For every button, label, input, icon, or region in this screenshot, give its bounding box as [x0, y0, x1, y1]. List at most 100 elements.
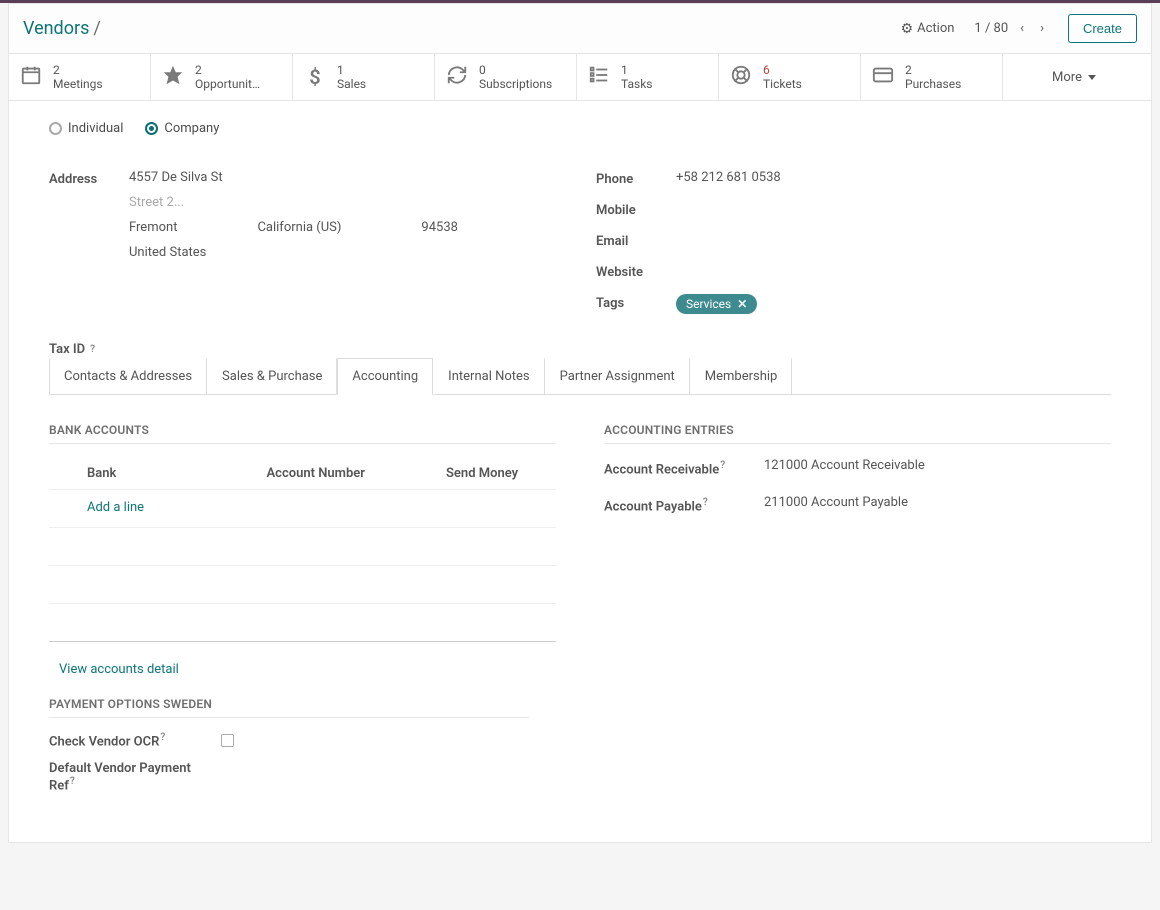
- contact-info: Address 4557 De Silva St Street 2... Fre…: [9, 144, 1151, 338]
- stat-purchases[interactable]: 2 Purchases: [861, 54, 1003, 100]
- radio-individual[interactable]: Individual: [49, 121, 123, 136]
- tab-membership[interactable]: Membership: [690, 358, 793, 395]
- tags-input[interactable]: Services ✕: [676, 294, 1111, 314]
- stat-meetings[interactable]: 2 Meetings: [9, 54, 151, 100]
- section-title: PAYMENT OPTIONS SWEDEN: [49, 697, 529, 718]
- section-title: ACCOUNTING ENTRIES: [604, 423, 1111, 444]
- default-vendor-payment-ref-field: Default Vendor Payment Ref?: [49, 761, 529, 793]
- create-button[interactable]: Create: [1068, 14, 1137, 43]
- city-input[interactable]: Fremont: [129, 220, 177, 235]
- phone-input[interactable]: +58 212 681 0538: [676, 170, 1111, 185]
- lifebuoy-icon: [729, 64, 753, 90]
- tab-sales-purchase[interactable]: Sales & Purchase: [207, 358, 337, 395]
- account-receivable-field: Account Receivable? 121000 Account Recei…: [604, 458, 1111, 477]
- stat-subscriptions[interactable]: 0 Subscriptions: [435, 54, 577, 100]
- stat-opportunities[interactable]: 2 Opportunit…: [151, 54, 293, 100]
- email-label: Email: [596, 232, 676, 249]
- taxid-field: Tax ID ?: [9, 338, 580, 357]
- chevron-down-icon: [1088, 75, 1096, 80]
- radio-company[interactable]: Company: [145, 121, 219, 136]
- pager-next-icon[interactable]: ›: [1036, 19, 1048, 38]
- address-label: Address: [49, 170, 129, 187]
- col-bank: Bank: [87, 466, 267, 481]
- form-body: Individual Company Address 4557 De Silva…: [9, 101, 1151, 842]
- taxid-label: Tax ID: [49, 342, 85, 357]
- phone-label: Phone: [596, 170, 676, 187]
- tags-field: Tags Services ✕: [596, 294, 1111, 314]
- tab-partner-assignment[interactable]: Partner Assignment: [545, 358, 690, 395]
- radio-label: Individual: [68, 121, 123, 136]
- company-type-radio: Individual Company: [9, 113, 1151, 144]
- bank-table-row: [49, 528, 556, 566]
- street2-input[interactable]: Street 2...: [129, 195, 564, 210]
- help-icon[interactable]: ?: [720, 460, 725, 471]
- stat-more[interactable]: More: [1003, 54, 1145, 100]
- stat-count: 2: [53, 63, 103, 77]
- field-label: Check Vendor OCR?: [49, 732, 209, 749]
- field-label: Default Vendor Payment Ref?: [49, 761, 209, 793]
- credit-card-icon: [871, 64, 895, 90]
- stat-count: 1: [337, 63, 366, 77]
- mobile-label: Mobile: [596, 201, 676, 218]
- country-input[interactable]: United States: [129, 245, 564, 260]
- check-vendor-ocr-field: Check Vendor OCR?: [49, 732, 529, 749]
- stat-count: 6: [763, 63, 802, 77]
- phone-field: Phone +58 212 681 0538: [596, 170, 1111, 187]
- bank-table-row: [49, 604, 556, 642]
- help-icon[interactable]: ?: [70, 776, 75, 787]
- state-input[interactable]: California (US): [257, 220, 341, 235]
- bank-table-row: Add a line: [49, 490, 556, 528]
- tags-label: Tags: [596, 294, 676, 311]
- more-label: More: [1052, 70, 1082, 85]
- stat-sales[interactable]: $ 1 Sales: [293, 54, 435, 100]
- action-button[interactable]: ⚙ Action: [901, 21, 955, 37]
- stat-label: Purchases: [905, 77, 961, 91]
- remove-tag-icon[interactable]: ✕: [737, 297, 747, 311]
- add-a-line-button[interactable]: Add a line: [49, 500, 144, 517]
- website-label: Website: [596, 263, 676, 280]
- radio-icon: [49, 122, 62, 135]
- stat-label: Sales: [337, 77, 366, 91]
- check-vendor-ocr-checkbox[interactable]: [221, 734, 234, 747]
- stat-label: Tickets: [763, 77, 802, 91]
- help-icon[interactable]: ?: [703, 497, 708, 508]
- tab-contacts-addresses[interactable]: Contacts & Addresses: [49, 358, 207, 395]
- account-payable-input[interactable]: 211000 Account Payable: [764, 495, 1111, 510]
- accounting-entries-section: ACCOUNTING ENTRIES Account Receivable? 1…: [604, 423, 1111, 687]
- action-label: Action: [917, 21, 954, 36]
- website-field: Website: [596, 263, 1111, 280]
- section-title: BANK ACCOUNTS: [49, 423, 556, 444]
- account-receivable-input[interactable]: 121000 Account Receivable: [764, 458, 1111, 473]
- pager: 1 / 80 ‹ ›: [974, 19, 1048, 38]
- zip-input[interactable]: 94538: [421, 220, 458, 235]
- page-header: Vendors / ⚙ Action 1 / 80 ‹ › Create: [9, 4, 1151, 54]
- col-send-money: Send Money: [446, 466, 556, 481]
- stat-label: Meetings: [53, 77, 103, 91]
- tag-label: Services: [686, 297, 731, 311]
- tab-accounting[interactable]: Accounting: [337, 358, 433, 395]
- stat-label: Opportunit…: [195, 77, 260, 91]
- help-icon[interactable]: ?: [90, 344, 95, 355]
- gear-icon: ⚙: [901, 21, 914, 37]
- stat-row: 2 Meetings 2 Opportunit… $ 1 Sales: [9, 54, 1151, 101]
- col-account-number: Account Number: [267, 466, 447, 481]
- bank-table-header: Bank Account Number Send Money: [49, 458, 556, 490]
- view-accounts-detail-link[interactable]: View accounts detail: [49, 642, 179, 687]
- stat-tickets[interactable]: 6 Tickets: [719, 54, 861, 100]
- radio-icon: [145, 122, 158, 135]
- header-controls: ⚙ Action 1 / 80 ‹ › Create: [901, 14, 1137, 43]
- street1-input[interactable]: 4557 De Silva St: [129, 170, 564, 185]
- breadcrumb: Vendors /: [23, 18, 101, 39]
- tag-pill: Services ✕: [676, 294, 757, 314]
- help-icon[interactable]: ?: [160, 732, 165, 743]
- tab-internal-notes[interactable]: Internal Notes: [433, 358, 544, 395]
- field-label: Account Receivable?: [604, 458, 764, 477]
- breadcrumb-root[interactable]: Vendors: [23, 18, 89, 39]
- tabs: Contacts & Addresses Sales & Purchase Ac…: [49, 357, 1111, 395]
- stat-tasks[interactable]: 1 Tasks: [577, 54, 719, 100]
- stat-label: Subscriptions: [479, 77, 552, 91]
- dollar-icon: $: [303, 65, 327, 89]
- pager-prev-icon[interactable]: ‹: [1016, 19, 1028, 38]
- pager-text[interactable]: 1 / 80: [974, 21, 1008, 36]
- refresh-icon: [445, 64, 469, 90]
